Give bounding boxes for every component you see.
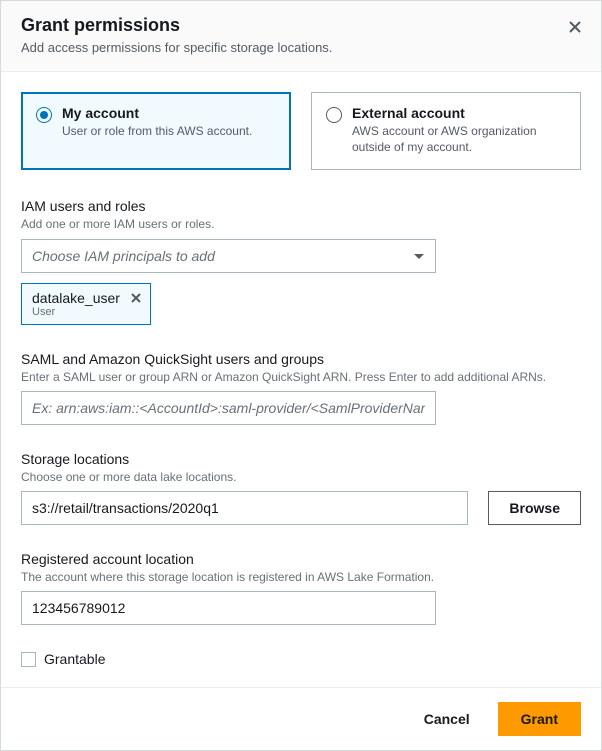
- saml-label: SAML and Amazon QuickSight users and gro…: [21, 351, 581, 367]
- storage-location-input[interactable]: [21, 491, 468, 525]
- remove-token-button[interactable]: [130, 291, 142, 307]
- registered-account-input[interactable]: [21, 591, 436, 625]
- registered-hint: The account where this storage location …: [21, 569, 581, 585]
- external-account-radio[interactable]: External account AWS account or AWS orga…: [311, 92, 581, 170]
- my-account-radio[interactable]: My account User or role from this AWS ac…: [21, 92, 291, 170]
- modal-subtitle: Add access permissions for specific stor…: [21, 40, 581, 55]
- modal-footer: Cancel Grant: [1, 687, 601, 750]
- external-account-title: External account: [352, 105, 566, 121]
- grant-button[interactable]: Grant: [498, 702, 581, 736]
- close-button[interactable]: [563, 15, 587, 39]
- storage-hint: Choose one or more data lake locations.: [21, 469, 581, 485]
- iam-token: datalake_user User: [21, 283, 151, 325]
- grantable-checkbox[interactable]: [21, 652, 36, 667]
- grantable-row: Grantable: [21, 651, 581, 667]
- chevron-down-icon: [413, 248, 425, 264]
- iam-token-type: User: [32, 306, 120, 318]
- iam-dropdown-placeholder: Choose IAM principals to add: [32, 248, 215, 264]
- browse-button[interactable]: Browse: [488, 491, 581, 525]
- account-type-radio-group: My account User or role from this AWS ac…: [21, 92, 581, 170]
- modal-body: My account User or role from this AWS ac…: [1, 72, 601, 687]
- saml-input[interactable]: [21, 391, 436, 425]
- grantable-label: Grantable: [44, 651, 105, 667]
- my-account-desc: User or role from this AWS account.: [62, 123, 252, 139]
- my-account-title: My account: [62, 105, 252, 121]
- iam-hint: Add one or more IAM users or roles.: [21, 216, 581, 232]
- cancel-button[interactable]: Cancel: [406, 702, 488, 736]
- iam-label: IAM users and roles: [21, 198, 581, 214]
- modal-title: Grant permissions: [21, 15, 581, 36]
- saml-hint: Enter a SAML user or group ARN or Amazon…: [21, 369, 581, 385]
- registered-label: Registered account location: [21, 551, 581, 567]
- external-account-desc: AWS account or AWS organization outside …: [352, 123, 566, 155]
- grant-permissions-modal: Grant permissions Add access permissions…: [0, 0, 602, 751]
- saml-section: SAML and Amazon QuickSight users and gro…: [21, 351, 581, 425]
- iam-token-name: datalake_user: [32, 290, 120, 306]
- close-icon: [130, 292, 142, 304]
- radio-icon: [36, 107, 52, 123]
- iam-section: IAM users and roles Add one or more IAM …: [21, 198, 581, 324]
- storage-label: Storage locations: [21, 451, 581, 467]
- radio-icon: [326, 107, 342, 123]
- storage-section: Storage locations Choose one or more dat…: [21, 451, 581, 525]
- registered-section: Registered account location The account …: [21, 551, 581, 625]
- iam-principals-dropdown[interactable]: Choose IAM principals to add: [21, 239, 436, 273]
- close-icon: [568, 20, 582, 34]
- modal-header: Grant permissions Add access permissions…: [1, 1, 601, 72]
- iam-tokens: datalake_user User: [21, 283, 581, 325]
